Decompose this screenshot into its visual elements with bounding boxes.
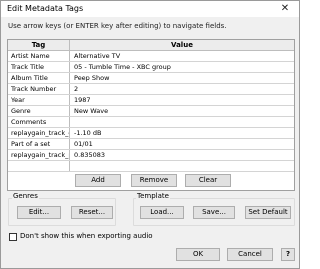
grid-rows: Artist Name Alternative TV Track Title 0… [8,51,294,172]
table-row[interactable]: Genre New Wave [8,106,294,117]
value-cell[interactable]: Alternative TV [70,51,294,61]
set-default-button[interactable]: Set Default [245,206,291,219]
table-row[interactable]: Album Title Peep Show [8,73,294,84]
metadata-grid: Tag Value Artist Name Alternative TV Tra… [7,39,295,191]
table-row[interactable]: Year 1987 [8,95,294,106]
table-row[interactable]: Comments [8,117,294,128]
clear-button[interactable]: Clear [185,174,231,187]
instructions-text: Use arrow keys (or ENTER key after editi… [8,22,227,30]
table-row[interactable]: replaygain_track_pe 0.835083 [8,150,294,161]
tag-cell[interactable]: Comments [8,117,70,127]
tag-cell[interactable]: Album Title [8,73,70,83]
grid-header: Tag Value [8,40,294,51]
value-cell[interactable] [70,117,294,127]
save-template-button[interactable]: Save... [193,206,235,219]
value-cell[interactable] [70,161,294,171]
genres-group-label: Genres [12,192,39,200]
dont-show-checkbox[interactable] [9,233,17,241]
tag-cell[interactable]: Artist Name [8,51,70,61]
value-cell[interactable]: New Wave [70,106,294,116]
value-column-header: Value [171,41,193,49]
load-template-button[interactable]: Load... [140,206,184,219]
value-cell[interactable]: Peep Show [70,73,294,83]
dont-show-label: Don't show this when exporting audio [20,232,153,240]
cancel-button[interactable]: Cancel [227,248,273,261]
table-row[interactable]: Artist Name Alternative TV [8,51,294,62]
value-cell[interactable]: 0.835083 [70,150,294,160]
table-row[interactable] [8,161,294,172]
tag-cell[interactable]: replaygain_track_gai [8,128,70,138]
edit-metadata-dialog: Edit Metadata Tags ✕ Use arrow keys (or … [0,0,300,269]
value-cell[interactable]: -1.10 dB [70,128,294,138]
tag-cell[interactable]: Track Title [8,62,70,72]
tag-cell[interactable]: Track Number [8,84,70,94]
tag-cell[interactable]: replaygain_track_pe [8,150,70,160]
value-cell[interactable]: 2 [70,84,294,94]
value-cell[interactable]: 1987 [70,95,294,105]
ok-button[interactable]: OK [176,248,220,261]
title-bar: Edit Metadata Tags ✕ [1,1,299,17]
value-cell[interactable]: 01/01 [70,139,294,149]
edit-genres-button[interactable]: Edit... [17,206,61,219]
table-row[interactable]: Part of a set 01/01 [8,139,294,150]
tag-cell[interactable] [8,161,70,171]
help-icon[interactable]: ? [281,248,295,261]
close-icon[interactable]: ✕ [271,1,299,17]
dialog-title: Edit Metadata Tags [7,4,84,13]
tag-cell[interactable]: Part of a set [8,139,70,149]
add-button[interactable]: Add [75,174,121,187]
tag-column-header: Tag [8,40,70,51]
value-cell[interactable]: 05 - Tumble Time - XBC group [70,62,294,72]
table-row[interactable]: replaygain_track_gai -1.10 dB [8,128,294,139]
remove-button[interactable]: Remove [131,174,177,187]
reset-genres-button[interactable]: Reset... [71,206,113,219]
template-group-label: Template [136,192,170,200]
tag-cell[interactable]: Year [8,95,70,105]
table-row[interactable]: Track Title 05 - Tumble Time - XBC group [8,62,294,73]
table-row[interactable]: Track Number 2 [8,84,294,95]
tag-cell[interactable]: Genre [8,106,70,116]
